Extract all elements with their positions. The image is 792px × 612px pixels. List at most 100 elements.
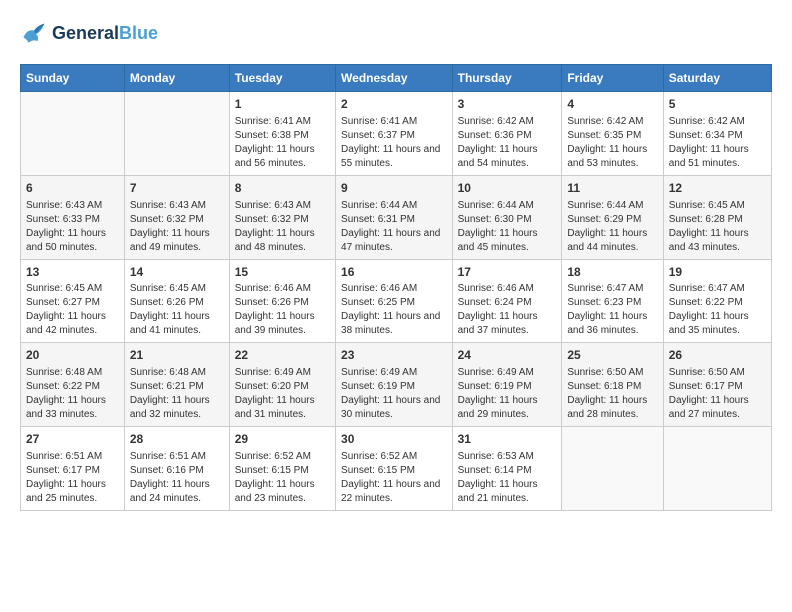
calendar-cell: 11 Sunrise: 6:44 AM Sunset: 6:29 PM Dayli… bbox=[562, 175, 663, 259]
cell-content: Sunrise: 6:45 AM Sunset: 6:27 PM Dayligh… bbox=[26, 282, 119, 338]
day-number: 23 bbox=[341, 347, 447, 364]
cell-content: Sunrise: 6:45 AM Sunset: 6:28 PM Dayligh… bbox=[669, 199, 766, 255]
calendar-cell: 23 Sunrise: 6:49 AM Sunset: 6:19 PM Dayli… bbox=[336, 343, 453, 427]
day-number: 28 bbox=[130, 431, 224, 448]
cell-content: Sunrise: 6:46 AM Sunset: 6:26 PM Dayligh… bbox=[235, 282, 330, 338]
cell-content: Sunrise: 6:50 AM Sunset: 6:17 PM Dayligh… bbox=[669, 366, 766, 422]
cell-content: Sunrise: 6:49 AM Sunset: 6:20 PM Dayligh… bbox=[235, 366, 330, 422]
week-row-3: 13Sunrise: 6:45 AM Sunset: 6:27 PM Dayli… bbox=[21, 259, 772, 343]
header-monday: Monday bbox=[124, 65, 229, 92]
day-number: 22 bbox=[235, 347, 330, 364]
week-row-2: 6 Sunrise: 6:43 AM Sunset: 6:33 PM Daylig… bbox=[21, 175, 772, 259]
week-row-5: 27 Sunrise: 6:51 AM Sunset: 6:17 PM Dayli… bbox=[21, 427, 772, 511]
calendar-cell: 28 Sunrise: 6:51 AM Sunset: 6:16 PM Dayli… bbox=[124, 427, 229, 511]
calendar-cell: 25 Sunrise: 6:50 AM Sunset: 6:18 PM Dayli… bbox=[562, 343, 663, 427]
calendar-cell: 14Sunrise: 6:45 AM Sunset: 6:26 PM Dayli… bbox=[124, 259, 229, 343]
day-number: 3 bbox=[458, 96, 557, 113]
cell-content: Sunrise: 6:44 AM Sunset: 6:31 PM Dayligh… bbox=[341, 199, 447, 255]
logo: GeneralBlue bbox=[20, 20, 158, 48]
cell-content: Sunrise: 6:46 AM Sunset: 6:24 PM Dayligh… bbox=[458, 282, 557, 338]
cell-content: Sunrise: 6:41 AM Sunset: 6:37 PM Dayligh… bbox=[341, 115, 447, 171]
day-number: 1 bbox=[235, 96, 330, 113]
day-number: 21 bbox=[130, 347, 224, 364]
calendar-cell bbox=[124, 92, 229, 176]
calendar-cell: 8 Sunrise: 6:43 AM Sunset: 6:32 PM Daylig… bbox=[229, 175, 335, 259]
cell-content: Sunrise: 6:42 AM Sunset: 6:35 PM Dayligh… bbox=[567, 115, 657, 171]
calendar-cell: 20 Sunrise: 6:48 AM Sunset: 6:22 PM Dayli… bbox=[21, 343, 125, 427]
cell-content: Sunrise: 6:44 AM Sunset: 6:30 PM Dayligh… bbox=[458, 199, 557, 255]
day-number: 2 bbox=[341, 96, 447, 113]
cell-content: Sunrise: 6:51 AM Sunset: 6:16 PM Dayligh… bbox=[130, 450, 224, 506]
calendar-cell: 31 Sunrise: 6:53 AM Sunset: 6:14 PM Dayli… bbox=[452, 427, 562, 511]
cell-content: Sunrise: 6:52 AM Sunset: 6:15 PM Dayligh… bbox=[341, 450, 447, 506]
week-row-4: 20 Sunrise: 6:48 AM Sunset: 6:22 PM Dayli… bbox=[21, 343, 772, 427]
calendar-cell: 2 Sunrise: 6:41 AM Sunset: 6:37 PM Daylig… bbox=[336, 92, 453, 176]
cell-content: Sunrise: 6:46 AM Sunset: 6:25 PM Dayligh… bbox=[341, 282, 447, 338]
calendar-cell: 27 Sunrise: 6:51 AM Sunset: 6:17 PM Dayli… bbox=[21, 427, 125, 511]
calendar-cell: 9 Sunrise: 6:44 AM Sunset: 6:31 PM Daylig… bbox=[336, 175, 453, 259]
cell-content: Sunrise: 6:49 AM Sunset: 6:19 PM Dayligh… bbox=[341, 366, 447, 422]
calendar-cell: 19Sunrise: 6:47 AM Sunset: 6:22 PM Dayli… bbox=[663, 259, 771, 343]
day-number: 25 bbox=[567, 347, 657, 364]
cell-content: Sunrise: 6:43 AM Sunset: 6:33 PM Dayligh… bbox=[26, 199, 119, 255]
day-number: 26 bbox=[669, 347, 766, 364]
calendar-cell: 6 Sunrise: 6:43 AM Sunset: 6:33 PM Daylig… bbox=[21, 175, 125, 259]
day-number: 14 bbox=[130, 264, 224, 281]
cell-content: Sunrise: 6:41 AM Sunset: 6:38 PM Dayligh… bbox=[235, 115, 330, 171]
calendar-cell: 15Sunrise: 6:46 AM Sunset: 6:26 PM Dayli… bbox=[229, 259, 335, 343]
day-number: 20 bbox=[26, 347, 119, 364]
calendar-cell: 16Sunrise: 6:46 AM Sunset: 6:25 PM Dayli… bbox=[336, 259, 453, 343]
cell-content: Sunrise: 6:43 AM Sunset: 6:32 PM Dayligh… bbox=[235, 199, 330, 255]
day-number: 30 bbox=[341, 431, 447, 448]
cell-content: Sunrise: 6:48 AM Sunset: 6:22 PM Dayligh… bbox=[26, 366, 119, 422]
calendar-table: SundayMondayTuesdayWednesdayThursdayFrid… bbox=[20, 64, 772, 511]
logo-text: GeneralBlue bbox=[52, 24, 158, 44]
day-number: 17 bbox=[458, 264, 557, 281]
day-number: 13 bbox=[26, 264, 119, 281]
calendar-cell: 30 Sunrise: 6:52 AM Sunset: 6:15 PM Dayli… bbox=[336, 427, 453, 511]
calendar-cell: 17Sunrise: 6:46 AM Sunset: 6:24 PM Dayli… bbox=[452, 259, 562, 343]
week-row-1: 1 Sunrise: 6:41 AM Sunset: 6:38 PM Daylig… bbox=[21, 92, 772, 176]
cell-content: Sunrise: 6:44 AM Sunset: 6:29 PM Dayligh… bbox=[567, 199, 657, 255]
day-number: 27 bbox=[26, 431, 119, 448]
day-number: 18 bbox=[567, 264, 657, 281]
calendar-cell: 1 Sunrise: 6:41 AM Sunset: 6:38 PM Daylig… bbox=[229, 92, 335, 176]
calendar-cell: 3 Sunrise: 6:42 AM Sunset: 6:36 PM Daylig… bbox=[452, 92, 562, 176]
calendar-cell: 26 Sunrise: 6:50 AM Sunset: 6:17 PM Dayli… bbox=[663, 343, 771, 427]
day-number: 5 bbox=[669, 96, 766, 113]
cell-content: Sunrise: 6:53 AM Sunset: 6:14 PM Dayligh… bbox=[458, 450, 557, 506]
cell-content: Sunrise: 6:50 AM Sunset: 6:18 PM Dayligh… bbox=[567, 366, 657, 422]
calendar-cell: 21 Sunrise: 6:48 AM Sunset: 6:21 PM Dayli… bbox=[124, 343, 229, 427]
day-number: 7 bbox=[130, 180, 224, 197]
day-number: 12 bbox=[669, 180, 766, 197]
calendar-cell: 18Sunrise: 6:47 AM Sunset: 6:23 PM Dayli… bbox=[562, 259, 663, 343]
calendar-cell: 7Sunrise: 6:43 AM Sunset: 6:32 PM Daylig… bbox=[124, 175, 229, 259]
cell-content: Sunrise: 6:51 AM Sunset: 6:17 PM Dayligh… bbox=[26, 450, 119, 506]
calendar-cell bbox=[21, 92, 125, 176]
calendar-cell: 13Sunrise: 6:45 AM Sunset: 6:27 PM Dayli… bbox=[21, 259, 125, 343]
day-number: 8 bbox=[235, 180, 330, 197]
day-number: 16 bbox=[341, 264, 447, 281]
day-number: 11 bbox=[567, 180, 657, 197]
logo-bird-icon bbox=[20, 20, 48, 48]
day-number: 4 bbox=[567, 96, 657, 113]
calendar-cell: 12 Sunrise: 6:45 AM Sunset: 6:28 PM Dayli… bbox=[663, 175, 771, 259]
cell-content: Sunrise: 6:48 AM Sunset: 6:21 PM Dayligh… bbox=[130, 366, 224, 422]
calendar-cell: 4 Sunrise: 6:42 AM Sunset: 6:35 PM Daylig… bbox=[562, 92, 663, 176]
header-friday: Friday bbox=[562, 65, 663, 92]
day-number: 31 bbox=[458, 431, 557, 448]
cell-content: Sunrise: 6:52 AM Sunset: 6:15 PM Dayligh… bbox=[235, 450, 330, 506]
day-number: 6 bbox=[26, 180, 119, 197]
calendar-cell: 22 Sunrise: 6:49 AM Sunset: 6:20 PM Dayli… bbox=[229, 343, 335, 427]
header-sunday: Sunday bbox=[21, 65, 125, 92]
day-number: 9 bbox=[341, 180, 447, 197]
header-wednesday: Wednesday bbox=[336, 65, 453, 92]
cell-content: Sunrise: 6:42 AM Sunset: 6:36 PM Dayligh… bbox=[458, 115, 557, 171]
day-number: 10 bbox=[458, 180, 557, 197]
page-header: GeneralBlue bbox=[20, 20, 772, 48]
cell-content: Sunrise: 6:42 AM Sunset: 6:34 PM Dayligh… bbox=[669, 115, 766, 171]
calendar-cell: 10 Sunrise: 6:44 AM Sunset: 6:30 PM Dayli… bbox=[452, 175, 562, 259]
header-saturday: Saturday bbox=[663, 65, 771, 92]
day-number: 29 bbox=[235, 431, 330, 448]
calendar-cell: 29 Sunrise: 6:52 AM Sunset: 6:15 PM Dayli… bbox=[229, 427, 335, 511]
